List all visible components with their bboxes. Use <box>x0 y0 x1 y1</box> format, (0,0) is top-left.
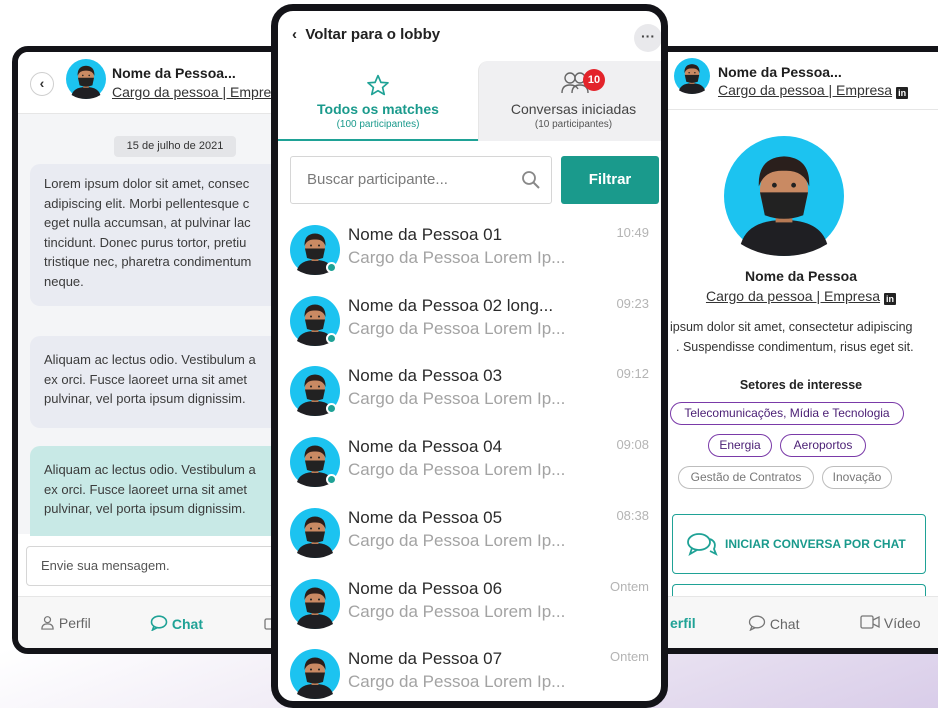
participant-name: Nome da Pessoa 06 <box>348 579 503 598</box>
profile-header: Nome da Pessoa... Cargo da pessoa | Empr… <box>626 52 938 110</box>
chat-icon <box>150 615 168 632</box>
back-icon[interactable]: ‹ <box>30 72 54 96</box>
participant-cargo: Cargo da Pessoa Lorem Ip... <box>348 389 566 408</box>
bio-line: ipsum dolor sit amet, consectetur adipis… <box>670 320 913 334</box>
tab-conversas-iniciadas[interactable]: 10 Conversas iniciadas (10 participantes… <box>478 61 661 141</box>
online-indicator <box>326 403 337 414</box>
tab-video[interactable]: Vídeo <box>860 615 920 631</box>
participant-cargo: Cargo da Pessoa Lorem Ip... <box>348 531 566 550</box>
avatar <box>290 508 340 558</box>
list-item[interactable]: Nome da Pessoa 07 Cargo da Pessoa Lorem … <box>278 649 661 708</box>
tab-chat[interactable]: Chat <box>150 615 203 632</box>
star-icon <box>367 74 389 96</box>
avatar <box>290 649 340 699</box>
list-item[interactable]: Nome da Pessoa 04 Cargo da Pessoa Lorem … <box>278 437 661 507</box>
back-to-lobby-link[interactable]: ‹ Voltar para o lobby <box>292 26 440 43</box>
sectors-title: Setores de interesse <box>739 378 863 392</box>
message-time: 09:23 <box>616 296 649 311</box>
list-item[interactable]: Nome da Pessoa 01 Cargo da Pessoa Lorem … <box>278 225 661 295</box>
participant-cargo: Cargo da Pessoa Lorem Ip... <box>348 672 566 691</box>
date-separator: 15 de julho de 2021 <box>114 136 236 157</box>
tab-label: Conversas iniciadas <box>510 101 637 117</box>
avatar <box>290 579 340 629</box>
chat-icon <box>748 615 766 632</box>
interest-chip: Gestão de Contratos <box>678 466 814 489</box>
interest-chip: Inovação <box>822 466 892 489</box>
list-item[interactable]: Nome da Pessoa 03 Cargo da Pessoa Lorem … <box>278 366 661 436</box>
profile-name: Nome da Pessoa <box>744 268 858 284</box>
contact-cargo[interactable]: Cargo da pessoa | Empre <box>112 84 271 100</box>
profile-cargo[interactable]: Cargo da pessoa | Empresa in <box>626 288 938 305</box>
tab-label: Todos os matches <box>317 101 439 117</box>
cta-label: INICIAR CONVERSA POR CHAT <box>725 537 906 551</box>
contact-cargo[interactable]: Cargo da pessoa | Empresa in <box>718 82 909 99</box>
filter-button[interactable]: Filtrar <box>561 156 659 204</box>
participant-cargo: Cargo da Pessoa Lorem Ip... <box>348 460 566 479</box>
bio-line: . Suspendisse condimentum, risus eget si… <box>676 340 914 354</box>
tab-label: Vídeo <box>883 615 921 631</box>
online-indicator <box>326 474 337 485</box>
tab-perfil[interactable]: erfil <box>670 615 696 631</box>
contact-name: Nome da Pessoa... <box>112 65 236 81</box>
message-time: Ontem <box>609 579 649 594</box>
tab-todos-os-matches[interactable]: Todos os matches (100 participantes) <box>278 61 478 141</box>
message-time: Ontem <box>609 649 649 664</box>
search-placeholder: Buscar participante... <box>307 171 448 188</box>
more-options-icon[interactable]: ··· <box>634 24 661 52</box>
tab-perfil[interactable]: Perfil <box>40 615 91 631</box>
online-indicator <box>326 333 337 344</box>
tab-label: Chat <box>171 616 204 632</box>
avatar <box>674 58 710 94</box>
top-bar: ‹ Voltar para o lobby ··· <box>278 11 661 61</box>
back-label: Voltar para o lobby <box>305 26 441 43</box>
participant-cargo: Cargo da Pessoa Lorem Ip... <box>348 248 566 267</box>
chat-bubbles-icon <box>687 533 718 556</box>
contact-name: Nome da Pessoa... <box>718 64 842 80</box>
participant-name: Nome da Pessoa 04 <box>348 437 503 456</box>
matches-screen: ‹ Voltar para o lobby ··· 10 Conversas i… <box>271 4 668 708</box>
tab-label: Perfil <box>58 615 91 631</box>
sector-chip: Aeroportos <box>780 434 866 457</box>
tab-count: (100 participantes) <box>336 119 420 130</box>
participant-cargo: Cargo da Pessoa Lorem Ip... <box>348 319 566 338</box>
list-item[interactable]: Nome da Pessoa 05 Cargo da Pessoa Lorem … <box>278 508 661 578</box>
cargo-text: Cargo da pessoa | Empresa <box>705 288 881 304</box>
sector-chip: Telecomunicações, Mídia e Tecnologia <box>670 402 904 425</box>
avatar <box>66 59 106 99</box>
sector-chip: Energia <box>708 434 772 457</box>
list-item[interactable]: Nome da Pessoa 02 long... Cargo da Pesso… <box>278 296 661 366</box>
participant-name: Nome da Pessoa 05 <box>348 508 503 527</box>
tab-chat[interactable]: Chat <box>748 615 799 632</box>
cargo-text: Cargo da pessoa | Empresa <box>718 82 893 98</box>
message-time: 09:08 <box>616 437 649 452</box>
participant-name: Nome da Pessoa 02 long... <box>348 296 554 315</box>
participant-name: Nome da Pessoa 07 <box>348 649 503 668</box>
notification-badge: 10 <box>583 69 605 91</box>
start-chat-button[interactable]: INICIAR CONVERSA POR CHAT <box>672 514 926 574</box>
person-icon <box>41 616 54 630</box>
bottom-tabs: erfil Chat Vídeo <box>626 596 938 648</box>
list-item[interactable]: Nome da Pessoa 06 Cargo da Pessoa Lorem … <box>278 579 661 649</box>
message-time: 10:49 <box>616 225 649 240</box>
search-input[interactable]: Buscar participante... <box>290 156 552 204</box>
message-time: 08:38 <box>616 508 649 523</box>
search-icon[interactable] <box>521 170 541 190</box>
participant-name: Nome da Pessoa 01 <box>348 225 503 244</box>
tab-label: Chat <box>769 616 800 632</box>
linkedin-icon[interactable]: in <box>896 87 909 99</box>
video-icon <box>860 615 880 629</box>
tab-count: (10 participantes) <box>534 119 613 130</box>
participant-cargo: Cargo da Pessoa Lorem Ip... <box>348 602 566 621</box>
online-indicator <box>326 262 337 273</box>
participant-name: Nome da Pessoa 03 <box>348 366 503 385</box>
profile-avatar <box>724 136 844 256</box>
linkedin-icon[interactable]: in <box>884 293 897 305</box>
message-time: 09:12 <box>616 366 649 381</box>
